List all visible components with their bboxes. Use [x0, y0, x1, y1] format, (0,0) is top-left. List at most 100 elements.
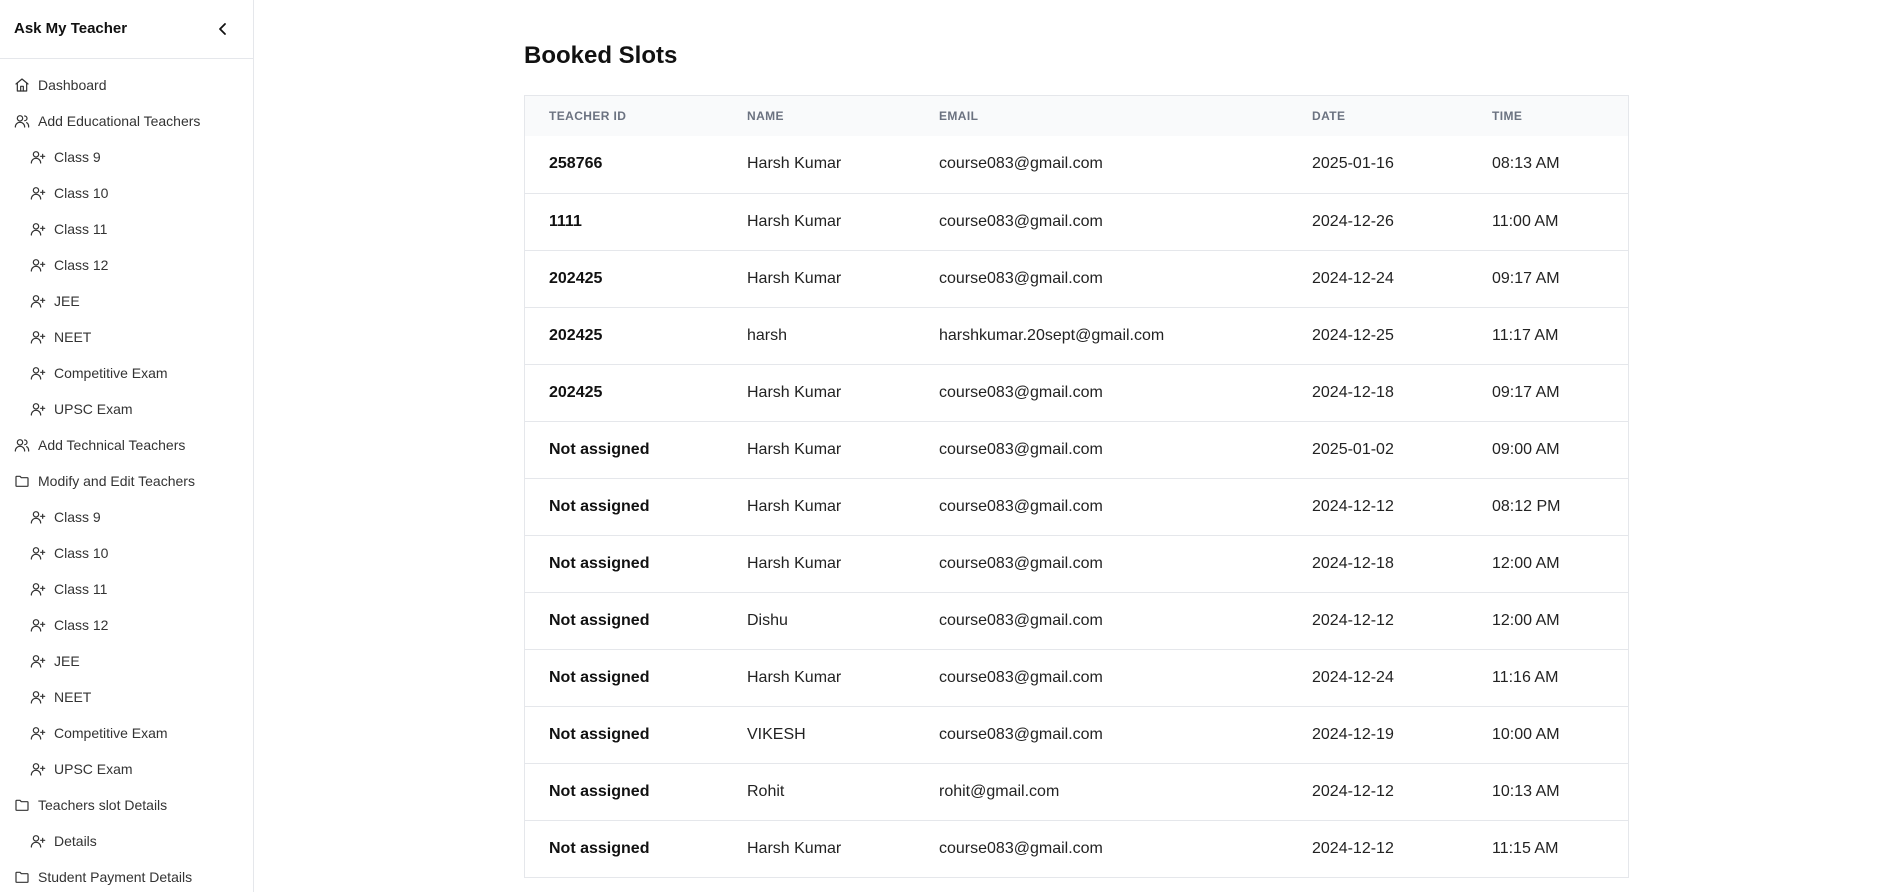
time-cell: 11:17 AM	[1492, 326, 1559, 344]
sidebar-item-class-9[interactable]: Class 9	[0, 139, 253, 175]
email-cell: course083@gmail.com	[939, 212, 1103, 230]
user-plus-icon	[30, 581, 46, 597]
page-title: Booked Slots	[524, 42, 678, 69]
sidebar-item-label: UPSC Exam	[54, 761, 133, 777]
user-plus-icon	[30, 653, 46, 669]
sidebar-item-label: NEET	[54, 689, 92, 705]
date-cell: 2024-12-24	[1312, 269, 1394, 287]
email-cell: course083@gmail.com	[939, 155, 1103, 173]
name-cell: Harsh Kumar	[747, 668, 842, 686]
column-header-date: DATE	[1312, 109, 1346, 123]
sidebar-item-class-12[interactable]: Class 12	[0, 607, 253, 643]
table-body: 258766 Harsh Kumar course083@gmail.com 2025…	[525, 136, 1628, 877]
sidebar-item-student-payment-details[interactable]: Student Payment Details	[0, 859, 253, 895]
email-cell: course083@gmail.com	[939, 668, 1103, 686]
teacher-id-cell: 258766	[549, 155, 603, 173]
user-plus-icon	[30, 257, 46, 273]
table-row: Not assigned Harsh Kumar course083@gmail.c…	[525, 535, 1628, 592]
booked-slots-table-container: TEACHER ID NAME EMAIL DATE TIME 258766 Ha…	[524, 95, 1629, 878]
sidebar-item-class-10[interactable]: Class 10	[0, 175, 253, 211]
sidebar-item-label: Modify and Edit Teachers	[38, 473, 195, 489]
name-cell: Dishu	[747, 611, 788, 629]
teacher-id-cell: 202425	[549, 269, 603, 287]
email-cell: course083@gmail.com	[939, 554, 1103, 572]
table-row: Not assigned Rohit rohit@gmail.com 2024-12-…	[525, 763, 1628, 820]
name-cell: Harsh Kumar	[747, 383, 842, 401]
time-cell: 10:00 AM	[1492, 725, 1560, 743]
email-cell: course083@gmail.com	[939, 383, 1103, 401]
column-header-teacher-id: TEACHER ID	[549, 109, 627, 123]
sidebar-item-label: Competitive Exam	[54, 365, 168, 381]
name-cell: Harsh Kumar	[747, 155, 842, 173]
time-cell: 12:00 AM	[1492, 611, 1560, 629]
sidebar-item-label: Class 12	[54, 617, 109, 633]
sidebar-item-label: Class 10	[54, 545, 109, 561]
sidebar-item-label: JEE	[54, 653, 80, 669]
name-cell: VIKESH	[747, 725, 806, 743]
sidebar-item-upsc-exam[interactable]: UPSC Exam	[0, 391, 253, 427]
sidebar-item-class-11[interactable]: Class 11	[0, 211, 253, 247]
name-cell: Harsh Kumar	[747, 269, 842, 287]
email-cell: course083@gmail.com	[939, 269, 1103, 287]
sidebar-item-teachers-slot-details[interactable]: Teachers slot Details	[0, 787, 253, 823]
sidebar-item-neet[interactable]: NEET	[0, 319, 253, 355]
table-row: 202425 Harsh Kumar course083@gmail.com 2024…	[525, 250, 1628, 307]
sidebar-item-details[interactable]: Details	[0, 823, 253, 859]
sidebar-item-upsc-exam[interactable]: UPSC Exam	[0, 751, 253, 787]
sidebar-item-dashboard[interactable]: Dashboard	[0, 67, 253, 103]
sidebar: Ask My Teacher Dashboard Add Educational …	[0, 0, 254, 892]
table-row: 202425 Harsh Kumar course083@gmail.com 2024…	[525, 364, 1628, 421]
sidebar-item-class-9[interactable]: Class 9	[0, 499, 253, 535]
time-cell: 08:13 AM	[1492, 155, 1560, 173]
app-title: Ask My Teacher	[14, 20, 128, 37]
sidebar-item-modify-and-edit-teachers[interactable]: Modify and Edit Teachers	[0, 463, 253, 499]
sidebar-item-class-10[interactable]: Class 10	[0, 535, 253, 571]
sidebar-item-label: Dashboard	[38, 77, 107, 93]
sidebar-item-class-12[interactable]: Class 12	[0, 247, 253, 283]
folder-icon	[14, 869, 30, 885]
table-row: Not assigned Harsh Kumar course083@gmail.c…	[525, 421, 1628, 478]
sidebar-item-label: Add Technical Teachers	[38, 437, 186, 453]
date-cell: 2024-12-18	[1312, 554, 1394, 572]
date-cell: 2024-12-26	[1312, 212, 1394, 230]
sidebar-item-label: Add Educational Teachers	[38, 113, 201, 129]
sidebar-item-label: Class 11	[54, 221, 108, 237]
table-row: Not assigned Harsh Kumar course083@gmail.c…	[525, 478, 1628, 535]
collapse-sidebar-button[interactable]	[214, 18, 232, 40]
email-cell: course083@gmail.com	[939, 839, 1103, 857]
sidebar-item-label: Class 10	[54, 185, 109, 201]
date-cell: 2024-12-12	[1312, 782, 1394, 800]
users-icon	[14, 437, 30, 453]
time-cell: 09:17 AM	[1492, 383, 1560, 401]
folder-icon	[14, 797, 30, 813]
teacher-id-cell: Not assigned	[549, 839, 650, 857]
sidebar-item-competitive-exam[interactable]: Competitive Exam	[0, 715, 253, 751]
sidebar-item-class-11[interactable]: Class 11	[0, 571, 253, 607]
user-plus-icon	[30, 725, 46, 741]
date-cell: 2025-01-16	[1312, 155, 1394, 173]
sidebar-item-jee[interactable]: JEE	[0, 283, 253, 319]
sidebar-item-add-educational-teachers[interactable]: Add Educational Teachers	[0, 103, 253, 139]
time-cell: 08:12 PM	[1492, 497, 1561, 515]
email-cell: course083@gmail.com	[939, 440, 1103, 458]
table-row: 258766 Harsh Kumar course083@gmail.com 2025…	[525, 136, 1628, 193]
name-cell: Harsh Kumar	[747, 212, 842, 230]
time-cell: 10:13 AM	[1492, 782, 1560, 800]
sidebar-item-label: Class 9	[54, 509, 101, 525]
sidebar-item-add-technical-teachers[interactable]: Add Technical Teachers	[0, 427, 253, 463]
sidebar-header: Ask My Teacher	[0, 0, 253, 59]
user-plus-icon	[30, 545, 46, 561]
date-cell: 2024-12-12	[1312, 611, 1394, 629]
teacher-id-cell: 202425	[549, 383, 603, 401]
date-cell: 2024-12-25	[1312, 326, 1394, 344]
teacher-id-cell: Not assigned	[549, 440, 650, 458]
sidebar-item-competitive-exam[interactable]: Competitive Exam	[0, 355, 253, 391]
sidebar-item-jee[interactable]: JEE	[0, 643, 253, 679]
date-cell: 2024-12-24	[1312, 668, 1394, 686]
user-plus-icon	[30, 689, 46, 705]
booked-slots-table: TEACHER ID NAME EMAIL DATE TIME 258766 Ha…	[525, 96, 1628, 878]
user-plus-icon	[30, 221, 46, 237]
sidebar-item-neet[interactable]: NEET	[0, 679, 253, 715]
column-header-time: TIME	[1492, 109, 1523, 123]
user-plus-icon	[30, 329, 46, 345]
